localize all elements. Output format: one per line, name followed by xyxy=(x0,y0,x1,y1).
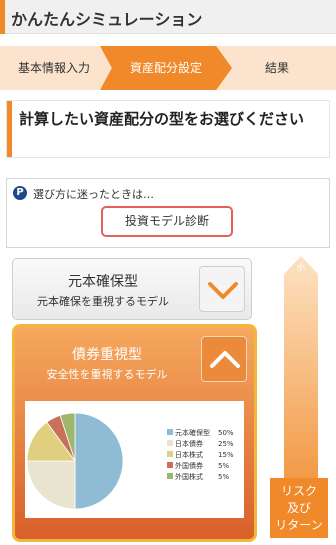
legend-label: 日本株式 xyxy=(175,450,203,459)
model-name: 元本確保型 xyxy=(68,274,138,290)
legend-label: 外国債券 xyxy=(175,461,203,470)
legend-swatch xyxy=(167,440,173,446)
help-box: P 選び方に迷ったときは… 投資モデル診断 xyxy=(6,178,330,248)
model-name: 債券重視型 xyxy=(72,347,142,363)
risk-label-line: リターン xyxy=(275,518,323,532)
allocation-chart-panel: 元本確保型 50% 日本債券 25% 日本株式 15% 外国債券 5% 外国株式 5% xyxy=(25,401,244,518)
section-heading-accent xyxy=(7,101,12,157)
model-card-bond-focused[interactable]: 債券重視型 安全性を重視するモデル 元本確保型 50% 日本債券 25% 日本株式 15%… xyxy=(12,324,257,542)
legend-label: 日本債券 xyxy=(175,439,203,448)
header-accent-bar xyxy=(0,0,5,34)
pie-slice xyxy=(26,460,76,510)
app-header: かんたんシミュレーション xyxy=(0,0,336,34)
model-description: 安全性を重視するモデル xyxy=(46,368,168,381)
model-card-principal-guaranteed[interactable]: 元本確保型 元本確保を重視するモデル xyxy=(12,258,252,320)
legend-value: 5% xyxy=(218,473,229,481)
chevron-up-icon xyxy=(210,351,240,368)
risk-label-line: リスク xyxy=(280,484,317,498)
investment-model-diagnosis-button[interactable]: 投資モデル診断 xyxy=(101,206,233,237)
risk-return-label: リスク 及び リターン xyxy=(270,478,328,538)
model-description: 元本確保を重視するモデル xyxy=(37,295,169,308)
step-basic-info: 基本情報入力 xyxy=(17,61,90,75)
legend-swatch xyxy=(167,473,173,479)
legend-value: 5% xyxy=(218,462,229,470)
collapse-toggle-button[interactable] xyxy=(201,336,247,382)
legend-label: 外国株式 xyxy=(175,472,203,481)
legend-value: 50% xyxy=(218,429,234,437)
section-heading: 計算したい資産配分の型をお選びください xyxy=(6,100,330,158)
legend-value: 25% xyxy=(218,440,234,448)
step-asset-allocation-current: 資産配分設定 xyxy=(100,46,232,90)
risk-low-label: 小 xyxy=(297,263,305,272)
chevron-down-icon xyxy=(208,282,238,299)
legend-swatch xyxy=(167,451,173,457)
risk-label-line: 及び xyxy=(286,501,311,515)
p-circle-icon: P xyxy=(13,186,27,200)
legend-swatch xyxy=(167,429,173,435)
section-heading-text: 計算したい資産配分の型をお選びください xyxy=(19,110,305,128)
page-title: かんたんシミュレーション xyxy=(11,10,203,29)
allocation-pie-chart: 元本確保型 50% 日本債券 25% 日本株式 15% 外国債券 5% 外国株式 5% xyxy=(26,412,234,510)
legend-label: 元本確保型 xyxy=(175,428,210,437)
expand-toggle-button[interactable] xyxy=(199,266,245,312)
legend-value: 15% xyxy=(218,451,234,459)
pie-slice xyxy=(74,412,124,510)
help-text: 選び方に迷ったときは… xyxy=(33,188,154,201)
step-result: 結果 xyxy=(264,61,289,75)
legend-swatch xyxy=(167,462,173,468)
progress-steps: 基本情報入力 資産配分設定 結果 xyxy=(0,46,336,90)
